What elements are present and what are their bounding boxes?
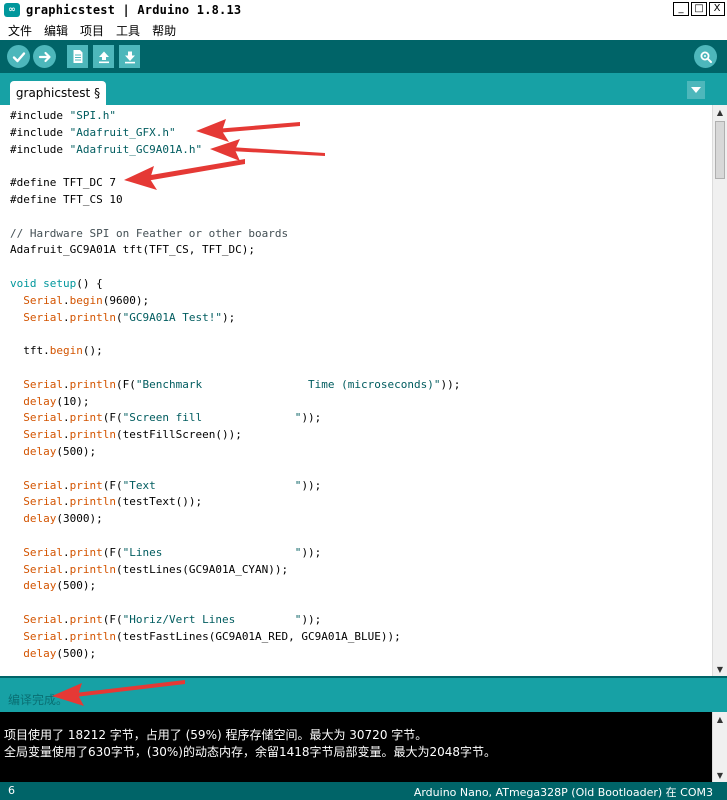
board-info: Arduino Nano, ATmega328P (Old Bootloader… [413,786,713,799]
arduino-logo-icon: ∞ [4,3,20,17]
console-line: 项目使用了 18212 字节，占用了 (59%) 程序存储空间。最大为 3072… [4,728,428,742]
code-line[interactable]: delay(10); [10,394,460,411]
code-line[interactable] [10,209,460,226]
window-controls: _ □ X [673,2,725,16]
editor-scrollbar[interactable]: ▲ ▼ [712,105,727,676]
console-output: 项目使用了 18212 字节，占用了 (59%) 程序存储空间。最大为 3072… [0,712,712,782]
code-line[interactable]: Serial.println("GC9A01A Test!"); [10,310,460,327]
menu-sketch[interactable]: 项目 [80,22,104,39]
tab-bar: graphicstest § [0,73,727,105]
open-button[interactable] [93,45,114,68]
scroll-down-icon[interactable]: ▼ [713,768,727,782]
menu-bar: 文件 编辑 项目 工具 帮助 [0,20,727,40]
footer-bar: 6 Arduino Nano, ATmega328P (Old Bootload… [0,782,727,800]
menu-edit[interactable]: 编辑 [44,22,68,39]
code-line[interactable]: Serial.println(testText()); [10,494,460,511]
close-button[interactable]: X [709,2,725,16]
code-line[interactable]: #define TFT_CS 10 [10,192,460,209]
code-line[interactable] [10,595,460,612]
scroll-down-icon[interactable]: ▼ [713,662,727,676]
code-line[interactable]: Serial.begin(9600); [10,293,460,310]
code-line[interactable] [10,360,460,377]
code-line[interactable]: #include "Adafruit_GC9A01A.h" [10,142,460,159]
code-line[interactable]: delay(500); [10,578,460,595]
code-line[interactable]: #include "SPI.h" [10,108,460,125]
scroll-thumb[interactable] [715,121,725,179]
menu-file[interactable]: 文件 [8,22,32,39]
status-bar: 编译完成。 [0,676,727,712]
maximize-button[interactable]: □ [691,2,707,16]
code-line[interactable]: Serial.println(F("Benchmark Time (micros… [10,377,460,394]
code-line[interactable] [10,461,460,478]
code-line[interactable] [10,326,460,343]
code-line[interactable]: tft.begin(); [10,343,460,360]
tab-menu-button[interactable] [687,81,705,99]
save-button[interactable] [119,45,140,68]
code-line[interactable]: Serial.print(F("Screen fill ")); [10,410,460,427]
toolbar [0,40,727,73]
code-line[interactable] [10,259,460,276]
code-line[interactable]: #define TFT_DC 7 [10,175,460,192]
menu-help[interactable]: 帮助 [152,22,176,39]
line-number: 6 [8,784,15,797]
scroll-up-icon[interactable]: ▲ [713,105,727,119]
code-line[interactable] [10,528,460,545]
code-line[interactable]: Serial.println(testFastLines(GC9A01A_RED… [10,629,460,646]
code-line[interactable]: #include "Adafruit_GFX.h" [10,125,460,142]
code-line[interactable]: delay(3000); [10,511,460,528]
code-line[interactable]: void setup() { [10,276,460,293]
window-title: graphicstest | Arduino 1.8.13 [26,3,242,17]
code-line[interactable]: Serial.print(F("Horiz/Vert Lines ")); [10,612,460,629]
new-icon [73,50,82,63]
console-scrollbar[interactable]: ▲ ▼ [712,712,727,782]
code-line[interactable]: Serial.print(F("Lines ")); [10,545,460,562]
code-line[interactable]: delay(500); [10,444,460,461]
chevron-down-icon [691,87,701,93]
verify-button[interactable] [7,45,30,68]
code-line[interactable]: // Hardware SPI on Feather or other boar… [10,226,460,243]
code-line[interactable]: Serial.println(testLines(GC9A01A_CYAN)); [10,562,460,579]
verify-icon [12,51,25,62]
code-line[interactable]: Adafruit_GC9A01A tft(TFT_CS, TFT_DC); [10,242,460,259]
compile-status: 编译完成。 [8,693,69,707]
minimize-button[interactable]: _ [673,2,689,16]
code-area[interactable]: #include "SPI.h" #include "Adafruit_GFX.h… [10,108,460,662]
new-button[interactable] [67,45,88,68]
code-line[interactable] [10,158,460,175]
code-editor[interactable]: #include "SPI.h" #include "Adafruit_GFX.h… [0,105,712,676]
console-line: 全局变量使用了630字节，(30%)的动态内存，余留1418字节局部变量。最大为… [4,745,497,759]
upload-button[interactable] [33,45,56,68]
open-icon [98,51,109,63]
upload-icon [38,51,51,62]
serial-monitor-button[interactable] [694,45,717,68]
code-line[interactable]: delay(500); [10,646,460,663]
title-bar: ∞ graphicstest | Arduino 1.8.13 _ □ X [0,0,727,20]
code-line[interactable]: Serial.println(testFillScreen()); [10,427,460,444]
scroll-up-icon[interactable]: ▲ [713,712,727,726]
tab-graphicstest[interactable]: graphicstest § [10,81,106,105]
code-line[interactable]: Serial.print(F("Text ")); [10,478,460,495]
menu-tools[interactable]: 工具 [116,22,140,39]
save-icon [124,51,135,63]
serial-monitor-icon [700,51,712,63]
